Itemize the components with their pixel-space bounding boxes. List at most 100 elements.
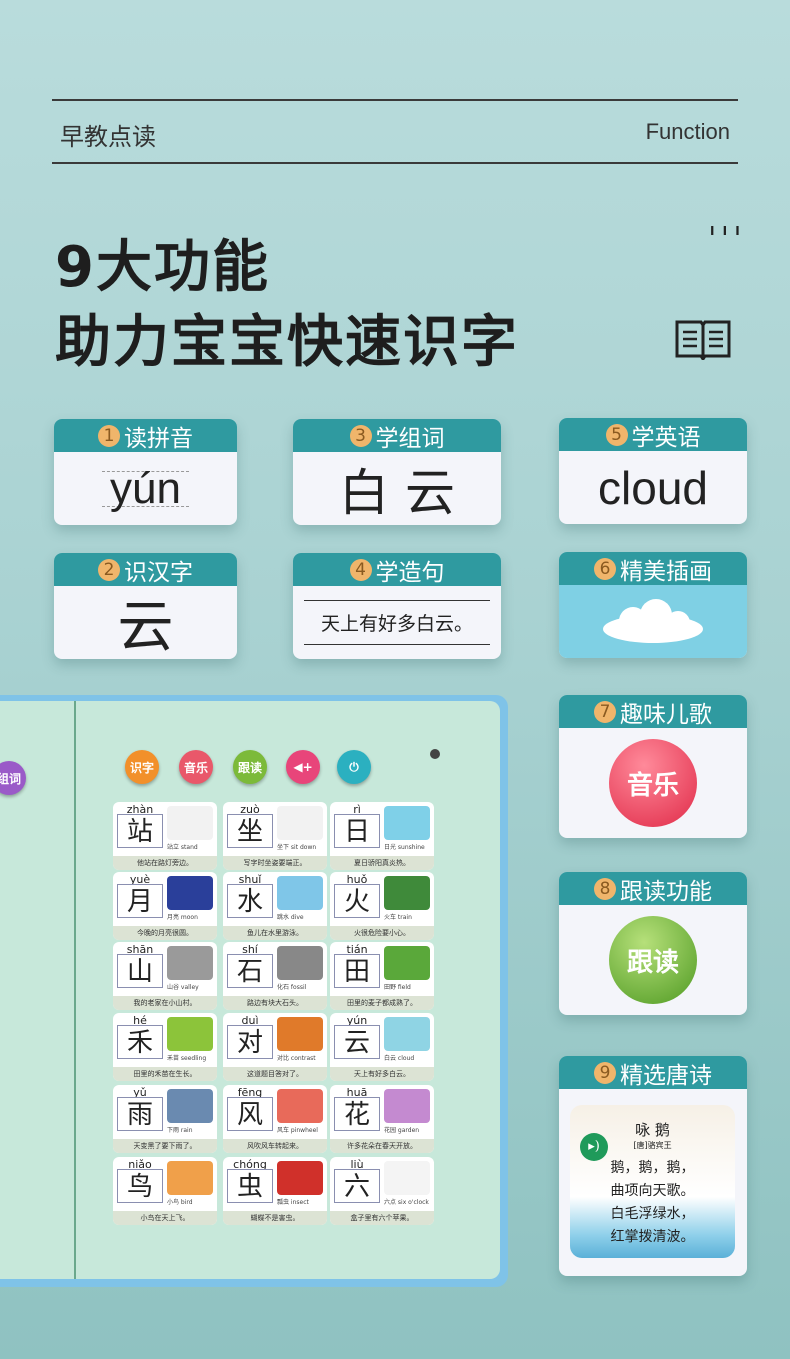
divider-top (52, 99, 738, 101)
feature-number: 1 (98, 424, 120, 447)
character-card[interactable]: duì 对对比 contrast 这道题目答对了。 (223, 1013, 327, 1081)
card-illustration (167, 1089, 213, 1123)
volume-button[interactable]: ◀+ (286, 750, 320, 784)
feature-label: 精选唐诗 (620, 1062, 712, 1089)
feature-card-poems: 9 精选唐诗 ▸) 咏 鹅 [唐]骆宾王 鹅，鹅，鹅， 曲项向天歌。 白毛浮绿水，… (559, 1056, 747, 1276)
feature-number: 4 (349, 558, 372, 581)
card-character: 月 (117, 884, 163, 918)
card-illustration (277, 1017, 323, 1051)
headline-line2: 助力宝宝快速识字 (55, 310, 519, 375)
card-sentence: 田里的禾苗在生长。 (113, 1067, 217, 1081)
card-illustration (167, 1161, 213, 1195)
card-sentence: 蝴蝶不是害虫。 (223, 1211, 327, 1225)
card-illustration (277, 1161, 323, 1195)
card-illustration (384, 1017, 430, 1051)
card-character: 田 (334, 954, 380, 988)
feature-card-readalong: 8 跟读功能 跟读 (559, 872, 747, 1015)
speaker-hole (430, 749, 440, 759)
poem-illustration: ▸) 咏 鹅 [唐]骆宾王 鹅，鹅，鹅， 曲项向天歌。 白毛浮绿水， 红掌拨清波… (570, 1105, 735, 1258)
card-sentence: 风吹风车转起来。 (223, 1139, 327, 1153)
card-sentence: 夏日骄阳真炎热。 (330, 856, 434, 870)
card-illustration (167, 876, 213, 910)
character-card[interactable]: shuǐ 水跳水 dive 鱼儿在水里游泳。 (223, 872, 327, 940)
card-character: 雨 (117, 1097, 163, 1131)
character-card[interactable]: huǒ 火火车 train 火很危险要小心。 (330, 872, 434, 940)
character-card[interactable]: niǎo 鸟小鸟 bird 小鸟在天上飞。 (113, 1157, 217, 1225)
character-card[interactable]: tián 田田野 field 田里的麦子都成熟了。 (330, 942, 434, 1010)
card-sentence: 这道题目答对了。 (223, 1067, 327, 1081)
card-character: 站 (117, 814, 163, 848)
card-word: 化石 fossil (277, 984, 307, 991)
character-card[interactable]: shān 山山谷 valley 我的老家在小山村。 (113, 942, 217, 1010)
character-card[interactable]: yuè 月月亮 moon 今晚的月亮很圆。 (113, 872, 217, 940)
character-card[interactable]: yún 云白云 cloud 天上有好多白云。 (330, 1013, 434, 1081)
card-character: 风 (227, 1097, 273, 1131)
card-character: 鸟 (117, 1169, 163, 1203)
feature-number: 9 (594, 1061, 616, 1084)
mode-button[interactable]: 音乐 (179, 750, 213, 784)
feature-number: 7 (594, 700, 616, 723)
mode-button[interactable]: 跟读 (233, 750, 267, 784)
character-card[interactable]: fēng 风风车 pinwheel 风吹风车转起来。 (223, 1085, 327, 1153)
speaker-icon: ▸) (580, 1133, 608, 1161)
character-card[interactable]: yǔ 雨下雨 rain 天变黑了要下雨了。 (113, 1085, 217, 1153)
feature-card-character: 2 识汉字 云 (54, 553, 237, 659)
feature-card-illustration: 6 精美插画 (559, 552, 747, 658)
character-card[interactable]: chóng 虫瓢虫 insect 蝴蝶不是害虫。 (223, 1157, 327, 1225)
card-character: 虫 (227, 1169, 273, 1203)
section-title: 早教点读 (60, 123, 156, 151)
feature-label: 精美插画 (620, 558, 712, 585)
feature-card-pinyin: 1 读拼音 yún (54, 419, 237, 525)
character-card[interactable]: zhàn 站站立 stand 他站在路灯旁边。 (113, 802, 217, 870)
card-character: 火 (334, 884, 380, 918)
character-card[interactable]: liù 六六点 six o'clock 盒子里有六个苹果。 (330, 1157, 434, 1225)
character-card[interactable]: huā 花花园 garden 许多花朵在春天开放。 (330, 1085, 434, 1153)
feature-card-english: 5 学英语 cloud (559, 418, 747, 524)
card-sentence: 他站在路灯旁边。 (113, 856, 217, 870)
feature-label: 学造句 (375, 559, 445, 586)
music-button-image: 音乐 (609, 739, 697, 827)
english-sample: cloud (598, 461, 708, 514)
card-word: 日光 sunshine (384, 844, 425, 851)
character-sample: 云 (117, 595, 174, 659)
pinyin-sample: yún (102, 466, 189, 510)
power-button[interactable]: ⏻ (337, 750, 371, 784)
card-character: 山 (117, 954, 163, 988)
card-word: 下雨 rain (167, 1127, 193, 1134)
character-card[interactable]: rì 日日光 sunshine 夏日骄阳真炎热。 (330, 802, 434, 870)
feature-number: 2 (98, 558, 120, 581)
card-illustration (384, 946, 430, 980)
card-sentence: 许多花朵在春天开放。 (330, 1139, 434, 1153)
word-sample: 白 云 (339, 463, 455, 522)
card-sentence: 天上有好多白云。 (330, 1067, 434, 1081)
card-character: 禾 (117, 1025, 163, 1059)
card-word: 田野 field (384, 984, 411, 991)
card-character: 云 (334, 1025, 380, 1059)
card-word: 禾苗 seedling (167, 1055, 207, 1062)
card-character: 花 (334, 1097, 380, 1131)
feature-number: 8 (594, 877, 616, 900)
card-illustration (277, 806, 323, 840)
card-sentence: 我的老家在小山村。 (113, 996, 217, 1010)
character-card[interactable]: zuò 坐坐下 sit down 写字时坐姿要端正。 (223, 802, 327, 870)
feature-number: 6 (594, 557, 616, 580)
card-word: 白云 cloud (384, 1055, 415, 1062)
card-illustration (167, 946, 213, 980)
card-illustration (384, 806, 430, 840)
left-words-button[interactable]: 组词 (0, 761, 26, 795)
card-word: 风车 pinwheel (277, 1127, 318, 1134)
card-sentence: 小鸟在天上飞。 (113, 1211, 217, 1225)
card-sentence: 火很危险要小心。 (330, 926, 434, 940)
card-character: 六 (334, 1169, 380, 1203)
character-card[interactable]: shí 石化石 fossil 路边有块大石头。 (223, 942, 327, 1010)
card-word: 小鸟 bird (167, 1199, 193, 1206)
poem-line: 白毛浮绿水， (610, 1206, 695, 1222)
card-illustration (277, 946, 323, 980)
feature-card-songs: 7 趣味儿歌 音乐 (559, 695, 747, 838)
mode-button[interactable]: 识字 (125, 750, 159, 784)
feature-label: 读拼音 (124, 425, 193, 452)
card-character: 坐 (227, 814, 273, 848)
character-card[interactable]: hé 禾禾苗 seedling 田里的禾苗在生长。 (113, 1013, 217, 1081)
cloud-illustration-icon (603, 598, 703, 643)
feature-number: 5 (605, 423, 628, 446)
